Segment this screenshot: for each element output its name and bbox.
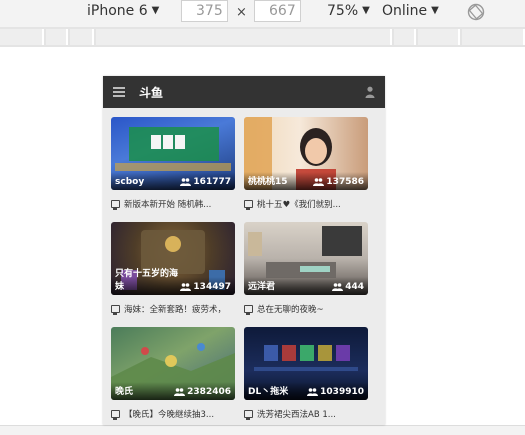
hamburger-icon[interactable] (113, 87, 125, 97)
ruler-segment[interactable] (418, 29, 460, 45)
room-title: 新版本新开始 随机韩... (124, 199, 212, 210)
devtools-bottom-bar (0, 425, 525, 435)
users-icon (180, 178, 192, 186)
room-card[interactable]: 只有十五岁的海妹 134497 海妹：全新套路！疲劳术， (111, 222, 235, 318)
room-card[interactable]: scboy 161777 新版本新开始 随机韩... (111, 117, 235, 213)
ruler-segment[interactable] (96, 29, 392, 45)
room-caption[interactable]: 海妹：全新套路！疲劳术， (111, 299, 235, 318)
room-caption[interactable]: 桃十五♥《我们就别... (244, 194, 368, 213)
viewer-count: 137586 (313, 177, 364, 187)
user-icon[interactable] (365, 86, 375, 98)
streamer-name: 只有十五岁的海妹 (115, 269, 179, 292)
zoom-select[interactable]: 75% ▼ (327, 0, 370, 22)
room-title: 海妹：全新套路！疲劳术， (124, 304, 227, 315)
room-caption[interactable]: 新版本新开始 随机韩... (111, 194, 235, 213)
room-thumbnail[interactable]: 桃桃桃15 137586 (244, 117, 368, 190)
thumbnail-overlay: DL丶拖米 1039910 (244, 382, 368, 400)
room-thumbnail[interactable]: 远洋君 444 (244, 222, 368, 295)
streamer-name: DL丶拖米 (248, 387, 289, 397)
room-thumbnail[interactable]: 只有十五岁的海妹 134497 (111, 222, 235, 295)
viewer-count-value: 444 (345, 282, 364, 292)
chevron-down-icon: ▼ (151, 5, 160, 16)
zoom-select-label: 75% (327, 3, 359, 19)
app-title: 斗鱼 (139, 85, 164, 100)
streamer-name: 桃桃桃15 (248, 177, 288, 187)
thumbnail-overlay: 晚氏 2382406 (111, 382, 235, 400)
times-icon: × (236, 5, 247, 20)
viewer-count-value: 134497 (193, 282, 231, 292)
ruler-segment[interactable] (394, 29, 416, 45)
room-thumbnail[interactable]: scboy 161777 (111, 117, 235, 190)
room-card[interactable]: 远洋君 444 总在无聊的夜晚~ (244, 222, 368, 318)
viewer-count: 134497 (180, 282, 231, 292)
device-select[interactable]: iPhone 6 ▼ (87, 0, 159, 22)
streamer-name: 远洋君 (248, 282, 276, 292)
viewer-count: 444 (332, 282, 364, 292)
room-card[interactable]: 晚氏 2382406 【晚氏】今晚继续抽3... (111, 327, 235, 423)
ruler-segment[interactable] (70, 29, 94, 45)
viewer-count: 2382406 (174, 387, 231, 397)
viewer-count-value: 2382406 (187, 387, 231, 397)
media-query-ruler[interactable] (0, 27, 525, 47)
device-select-label: iPhone 6 (87, 3, 148, 19)
tv-icon (244, 199, 253, 210)
tv-icon (111, 199, 120, 210)
users-icon (332, 283, 344, 291)
room-title: 总在无聊的夜晚~ (257, 304, 324, 315)
width-field-wrap: 375 (181, 0, 228, 22)
tv-icon (244, 304, 253, 315)
viewer-count: 161777 (180, 177, 231, 187)
streamer-name: scboy (115, 177, 145, 187)
network-select[interactable]: Online ▼ (382, 0, 439, 22)
room-thumbnail[interactable]: DL丶拖米 1039910 (244, 327, 368, 400)
width-field[interactable]: 375 (181, 0, 228, 22)
rotate-button[interactable] (467, 1, 485, 23)
users-icon (174, 388, 186, 396)
ruler-segment[interactable] (0, 29, 44, 45)
viewer-count-value: 137586 (326, 177, 364, 187)
chevron-down-icon: ▼ (431, 5, 439, 16)
thumbnail-overlay: scboy 161777 (111, 172, 235, 190)
room-thumbnail[interactable]: 晚氏 2382406 (111, 327, 235, 400)
ruler-segment[interactable] (46, 29, 68, 45)
network-select-label: Online (382, 3, 428, 19)
viewer-count-value: 1039910 (320, 387, 364, 397)
tv-icon (111, 304, 120, 315)
users-icon (180, 283, 192, 291)
room-caption[interactable]: 总在无聊的夜晚~ (244, 299, 368, 318)
height-field[interactable]: 667 (254, 0, 301, 22)
room-title: 桃十五♥《我们就别... (257, 199, 341, 210)
device-toolbar: iPhone 6 ▼ 375 × 667 75% ▼ Online ▼ (0, 0, 525, 26)
room-title: 洗芳裙尖西法AB 1... (257, 409, 336, 420)
tv-icon (111, 409, 120, 420)
phone-viewport: 斗鱼 scboy 161777 新版本新开始 随机韩... 桃桃桃15 1375… (103, 76, 385, 425)
room-caption[interactable]: 洗芳裙尖西法AB 1... (244, 404, 368, 423)
viewer-count-value: 161777 (193, 177, 231, 187)
users-icon (307, 388, 319, 396)
rotate-icon (467, 3, 485, 21)
streamer-name: 晚氏 (115, 387, 134, 397)
room-card[interactable]: DL丶拖米 1039910 洗芳裙尖西法AB 1... (244, 327, 368, 423)
room-title: 【晚氏】今晚继续抽3... (124, 409, 215, 420)
users-icon (313, 178, 325, 186)
ruler-segment[interactable] (462, 29, 525, 45)
thumbnail-overlay: 只有十五岁的海妹 134497 (111, 269, 235, 295)
room-card[interactable]: 桃桃桃15 137586 桃十五♥《我们就别... (244, 117, 368, 213)
tv-icon (244, 409, 253, 420)
app-navbar: 斗鱼 (103, 76, 385, 108)
chevron-down-icon: ▼ (362, 5, 370, 16)
thumbnail-overlay: 远洋君 444 (244, 277, 368, 295)
room-caption[interactable]: 【晚氏】今晚继续抽3... (111, 404, 235, 423)
height-field-wrap: 667 (254, 0, 301, 22)
thumbnail-overlay: 桃桃桃15 137586 (244, 172, 368, 190)
viewer-count: 1039910 (307, 387, 364, 397)
